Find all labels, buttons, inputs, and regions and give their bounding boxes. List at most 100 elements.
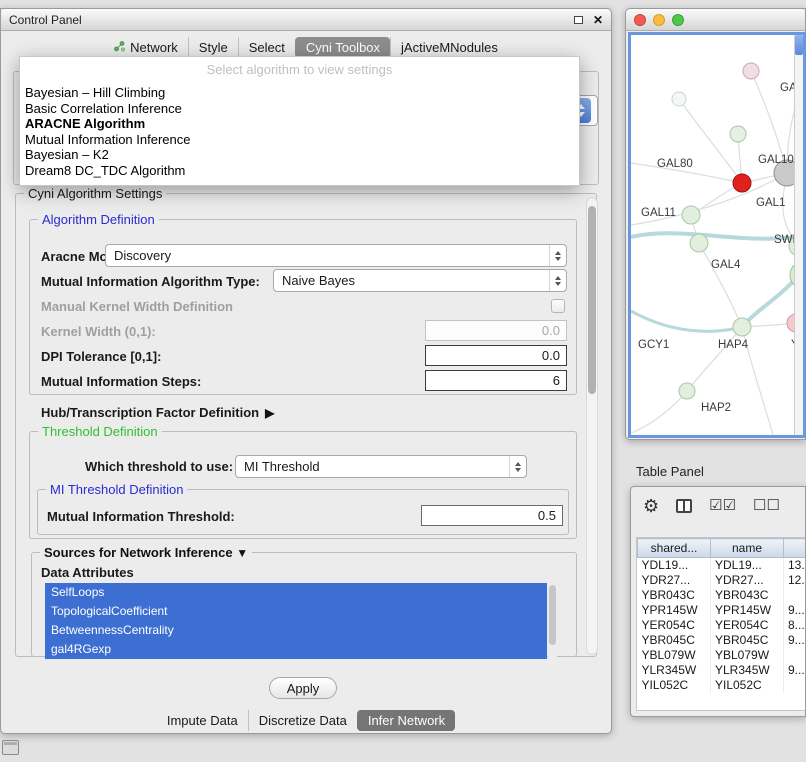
- algorithm-definition-title: Algorithm Definition: [38, 212, 159, 227]
- attribute-item[interactable]: BetweennessCentrality: [45, 621, 547, 640]
- column-header[interactable]: shared...: [638, 539, 711, 558]
- apply-button[interactable]: Apply: [269, 677, 337, 699]
- network-edge[interactable]: [687, 327, 742, 391]
- kernel-width-field[interactable]: 0.0: [425, 320, 567, 341]
- table-header-row[interactable]: shared...name: [638, 539, 806, 558]
- algorithm-option[interactable]: Bayesian – Hill Climbing: [20, 85, 579, 101]
- network-node[interactable]: [679, 383, 695, 399]
- hub-definition-expander[interactable]: Hub/Transcription Factor Definition ▶: [41, 405, 274, 420]
- network-scrollbar[interactable]: [794, 35, 803, 435]
- minimized-panel-icon[interactable]: [2, 740, 19, 755]
- table-row[interactable]: YBL079WYBL079W: [638, 648, 806, 663]
- table-row[interactable]: YDL19...YDL19...13...: [638, 558, 806, 573]
- table-row[interactable]: YLR345WYLR345W9...: [638, 663, 806, 678]
- attribute-item[interactable]: SelfLoops: [45, 583, 547, 602]
- scrollbar-thumb[interactable]: [588, 206, 596, 394]
- expand-right-icon: ▶: [265, 406, 274, 420]
- scroll-button[interactable]: [795, 35, 803, 55]
- network-view-window: GALGAL80GAL10GAL11GAL1SWI4GAL4GCY1HAP4YH…: [625, 8, 806, 440]
- close-window-icon[interactable]: [634, 14, 646, 26]
- network-edge[interactable]: [699, 243, 742, 327]
- aracne-mode-value: Discovery: [114, 248, 171, 263]
- table-row[interactable]: YPR145WYPR145W9...: [638, 603, 806, 618]
- algorithm-option[interactable]: Basic Correlation Inference: [20, 101, 579, 117]
- float-window-icon[interactable]: [574, 16, 583, 24]
- scrollbar-thumb[interactable]: [549, 585, 556, 645]
- tab-jactivemnodules[interactable]: jActiveMNodules: [390, 37, 508, 58]
- table-cell: YDR27...: [711, 573, 784, 588]
- network-node[interactable]: [682, 206, 700, 224]
- table-row[interactable]: YDR27...YDR27...12...: [638, 573, 806, 588]
- network-node[interactable]: [743, 63, 759, 79]
- collapse-down-icon[interactable]: ▼: [236, 546, 248, 560]
- column-header[interactable]: [784, 539, 806, 558]
- combo-arrows-icon: [549, 270, 566, 291]
- control-panel-titlebar[interactable]: Control Panel ✕: [1, 9, 611, 31]
- desktop: Control Panel ✕ NetworkStyle Select Cyni T…: [0, 0, 806, 762]
- column-header[interactable]: name: [711, 539, 784, 558]
- algorithm-option[interactable]: Dream8 DC_TDC Algorithm: [20, 163, 579, 179]
- minimize-window-icon[interactable]: [653, 14, 665, 26]
- tab-cyni-toolbox[interactable]: Cyni Toolbox: [295, 37, 390, 58]
- data-attributes-label: Data Attributes: [41, 565, 134, 580]
- deselect-all-icon[interactable]: ☐☐: [753, 497, 780, 515]
- tab-style[interactable]: Style: [188, 37, 238, 58]
- columns-icon[interactable]: [676, 499, 692, 513]
- table-row[interactable]: YBR043CYBR043C: [638, 588, 806, 603]
- tab-select[interactable]: Select: [238, 37, 295, 58]
- algorithm-option[interactable]: ARACNE Algorithm: [20, 116, 579, 132]
- gear-icon[interactable]: ⚙: [643, 497, 659, 515]
- sources-label[interactable]: Sources for Network Inference: [44, 545, 233, 560]
- manual-kernel-checkbox[interactable]: [551, 299, 565, 313]
- control-panel-tabbar: NetworkStyle Select Cyni ToolboxjActiveMNo…: [1, 37, 611, 58]
- mi-steps-field[interactable]: 6: [425, 370, 567, 391]
- table-row[interactable]: YER054CYER054C8...: [638, 618, 806, 633]
- table-cell: 13...: [784, 558, 806, 573]
- close-icon[interactable]: ✕: [593, 14, 603, 26]
- select-all-icon[interactable]: ☑☑: [709, 497, 736, 515]
- network-node[interactable]: [730, 126, 746, 142]
- bottom-tab-impute-data[interactable]: Impute Data: [157, 710, 248, 731]
- table-cell: 9...: [784, 663, 806, 678]
- network-edge[interactable]: [631, 391, 687, 433]
- aracne-mode-combo[interactable]: Discovery: [105, 244, 567, 267]
- table-cell: YIL052C: [638, 678, 711, 693]
- node-label: GCY1: [638, 339, 669, 351]
- network-edge[interactable]: [631, 311, 742, 331]
- table-cell: YDL19...: [711, 558, 784, 573]
- network-window-titlebar[interactable]: [626, 9, 805, 31]
- bottom-tab-discretize-data[interactable]: Discretize Data: [248, 710, 357, 731]
- settings-scrollbar[interactable]: [586, 197, 598, 655]
- mi-type-combo[interactable]: Naive Bayes: [273, 269, 567, 292]
- zoom-window-icon[interactable]: [672, 14, 684, 26]
- tab-network[interactable]: Network: [104, 37, 188, 58]
- attributes-scrollbar[interactable]: [548, 583, 557, 665]
- network-node[interactable]: [733, 174, 751, 192]
- attribute-item[interactable]: TopologicalCoefficient: [45, 602, 547, 621]
- table-row[interactable]: YIL052CYIL052C: [638, 678, 806, 693]
- node-table-container: shared...name YDL19...YDL19...13...YDR27…: [636, 537, 806, 711]
- network-graph[interactable]: GALGAL80GAL10GAL11GAL1SWI4GAL4GCY1HAP4YH…: [631, 35, 801, 435]
- network-edge[interactable]: [679, 99, 742, 183]
- bottom-tab-infer-network[interactable]: Infer Network: [357, 710, 455, 731]
- which-threshold-combo[interactable]: MI Threshold: [235, 455, 527, 478]
- which-threshold-label: Which threshold to use:: [85, 459, 233, 474]
- control-panel-window: Control Panel ✕ NetworkStyle Select Cyni T…: [0, 8, 612, 734]
- mi-threshold-field[interactable]: 0.5: [421, 505, 563, 526]
- algorithm-option[interactable]: Mutual Information Inference: [20, 132, 579, 148]
- algorithm-option[interactable]: Bayesian – K2: [20, 147, 579, 163]
- manual-kernel-label: Manual Kernel Width Definition: [41, 299, 233, 314]
- table-panel-title: Table Panel: [636, 464, 704, 479]
- network-node[interactable]: [733, 318, 751, 336]
- kernel-width-label: Kernel Width (0,1):: [41, 324, 156, 339]
- table-row[interactable]: YBR045CYBR045C9...: [638, 633, 806, 648]
- table-cell: YPR145W: [711, 603, 784, 618]
- tab-label: Select: [249, 40, 285, 55]
- dpi-tolerance-field[interactable]: 0.0: [425, 345, 567, 366]
- attribute-item[interactable]: gal4RGexp: [45, 640, 547, 659]
- network-node[interactable]: [690, 234, 708, 252]
- network-node[interactable]: [672, 92, 686, 106]
- node-label: GAL10: [758, 154, 794, 166]
- network-canvas[interactable]: GALGAL80GAL10GAL11GAL1SWI4GAL4GCY1HAP4YH…: [628, 32, 806, 438]
- data-attributes-list[interactable]: SelfLoopsTopologicalCoefficientBetweenne…: [45, 583, 547, 659]
